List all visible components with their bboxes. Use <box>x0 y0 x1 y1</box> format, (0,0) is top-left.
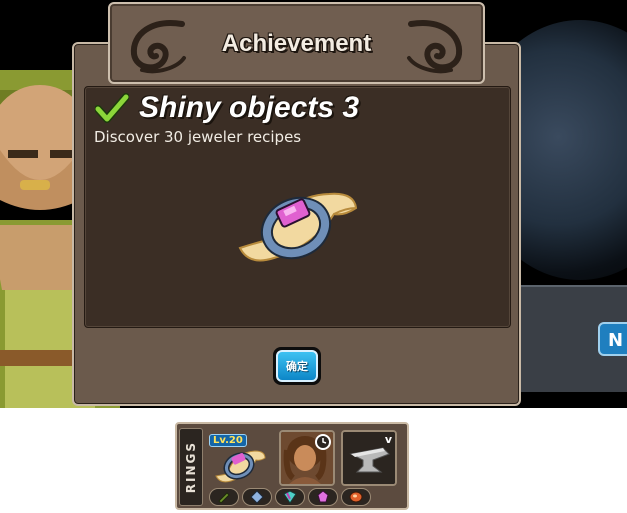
npc-slot[interactable] <box>279 430 335 486</box>
achievement-title-row: Shiny objects 3 <box>95 88 359 128</box>
red-gem-icon[interactable] <box>341 488 371 506</box>
confirm-button-label: 确定 <box>276 350 318 382</box>
confirm-button[interactable]: 确定 <box>273 347 321 385</box>
side-next-button[interactable]: N <box>598 322 627 356</box>
rings-tab[interactable]: RINGS <box>179 428 203 506</box>
green-gem-icon[interactable] <box>209 488 239 506</box>
achievement-name: Shiny objects 3 <box>139 91 360 124</box>
blue-gem-icon[interactable] <box>242 488 272 506</box>
rings-bar: RINGS Lv.20 v <box>175 422 409 510</box>
pink-gem-icon[interactable] <box>308 488 338 506</box>
ornament-swirl-icon <box>407 20 463 74</box>
ring-scroll-icon[interactable] <box>213 446 267 486</box>
rings-label: RINGS <box>184 440 198 494</box>
gem-filter-row <box>209 488 371 508</box>
achievement-description: Discover 30 jeweler recipes <box>94 128 302 146</box>
ring-scroll-icon <box>238 192 358 262</box>
chevron-down-icon[interactable]: v <box>385 433 392 446</box>
checkmark-icon <box>95 93 129 123</box>
clock-icon <box>315 434 331 450</box>
dialog-header: Achievement <box>108 2 485 84</box>
crystal-gem-icon[interactable] <box>275 488 305 506</box>
anvil-slot[interactable]: v <box>341 430 397 486</box>
